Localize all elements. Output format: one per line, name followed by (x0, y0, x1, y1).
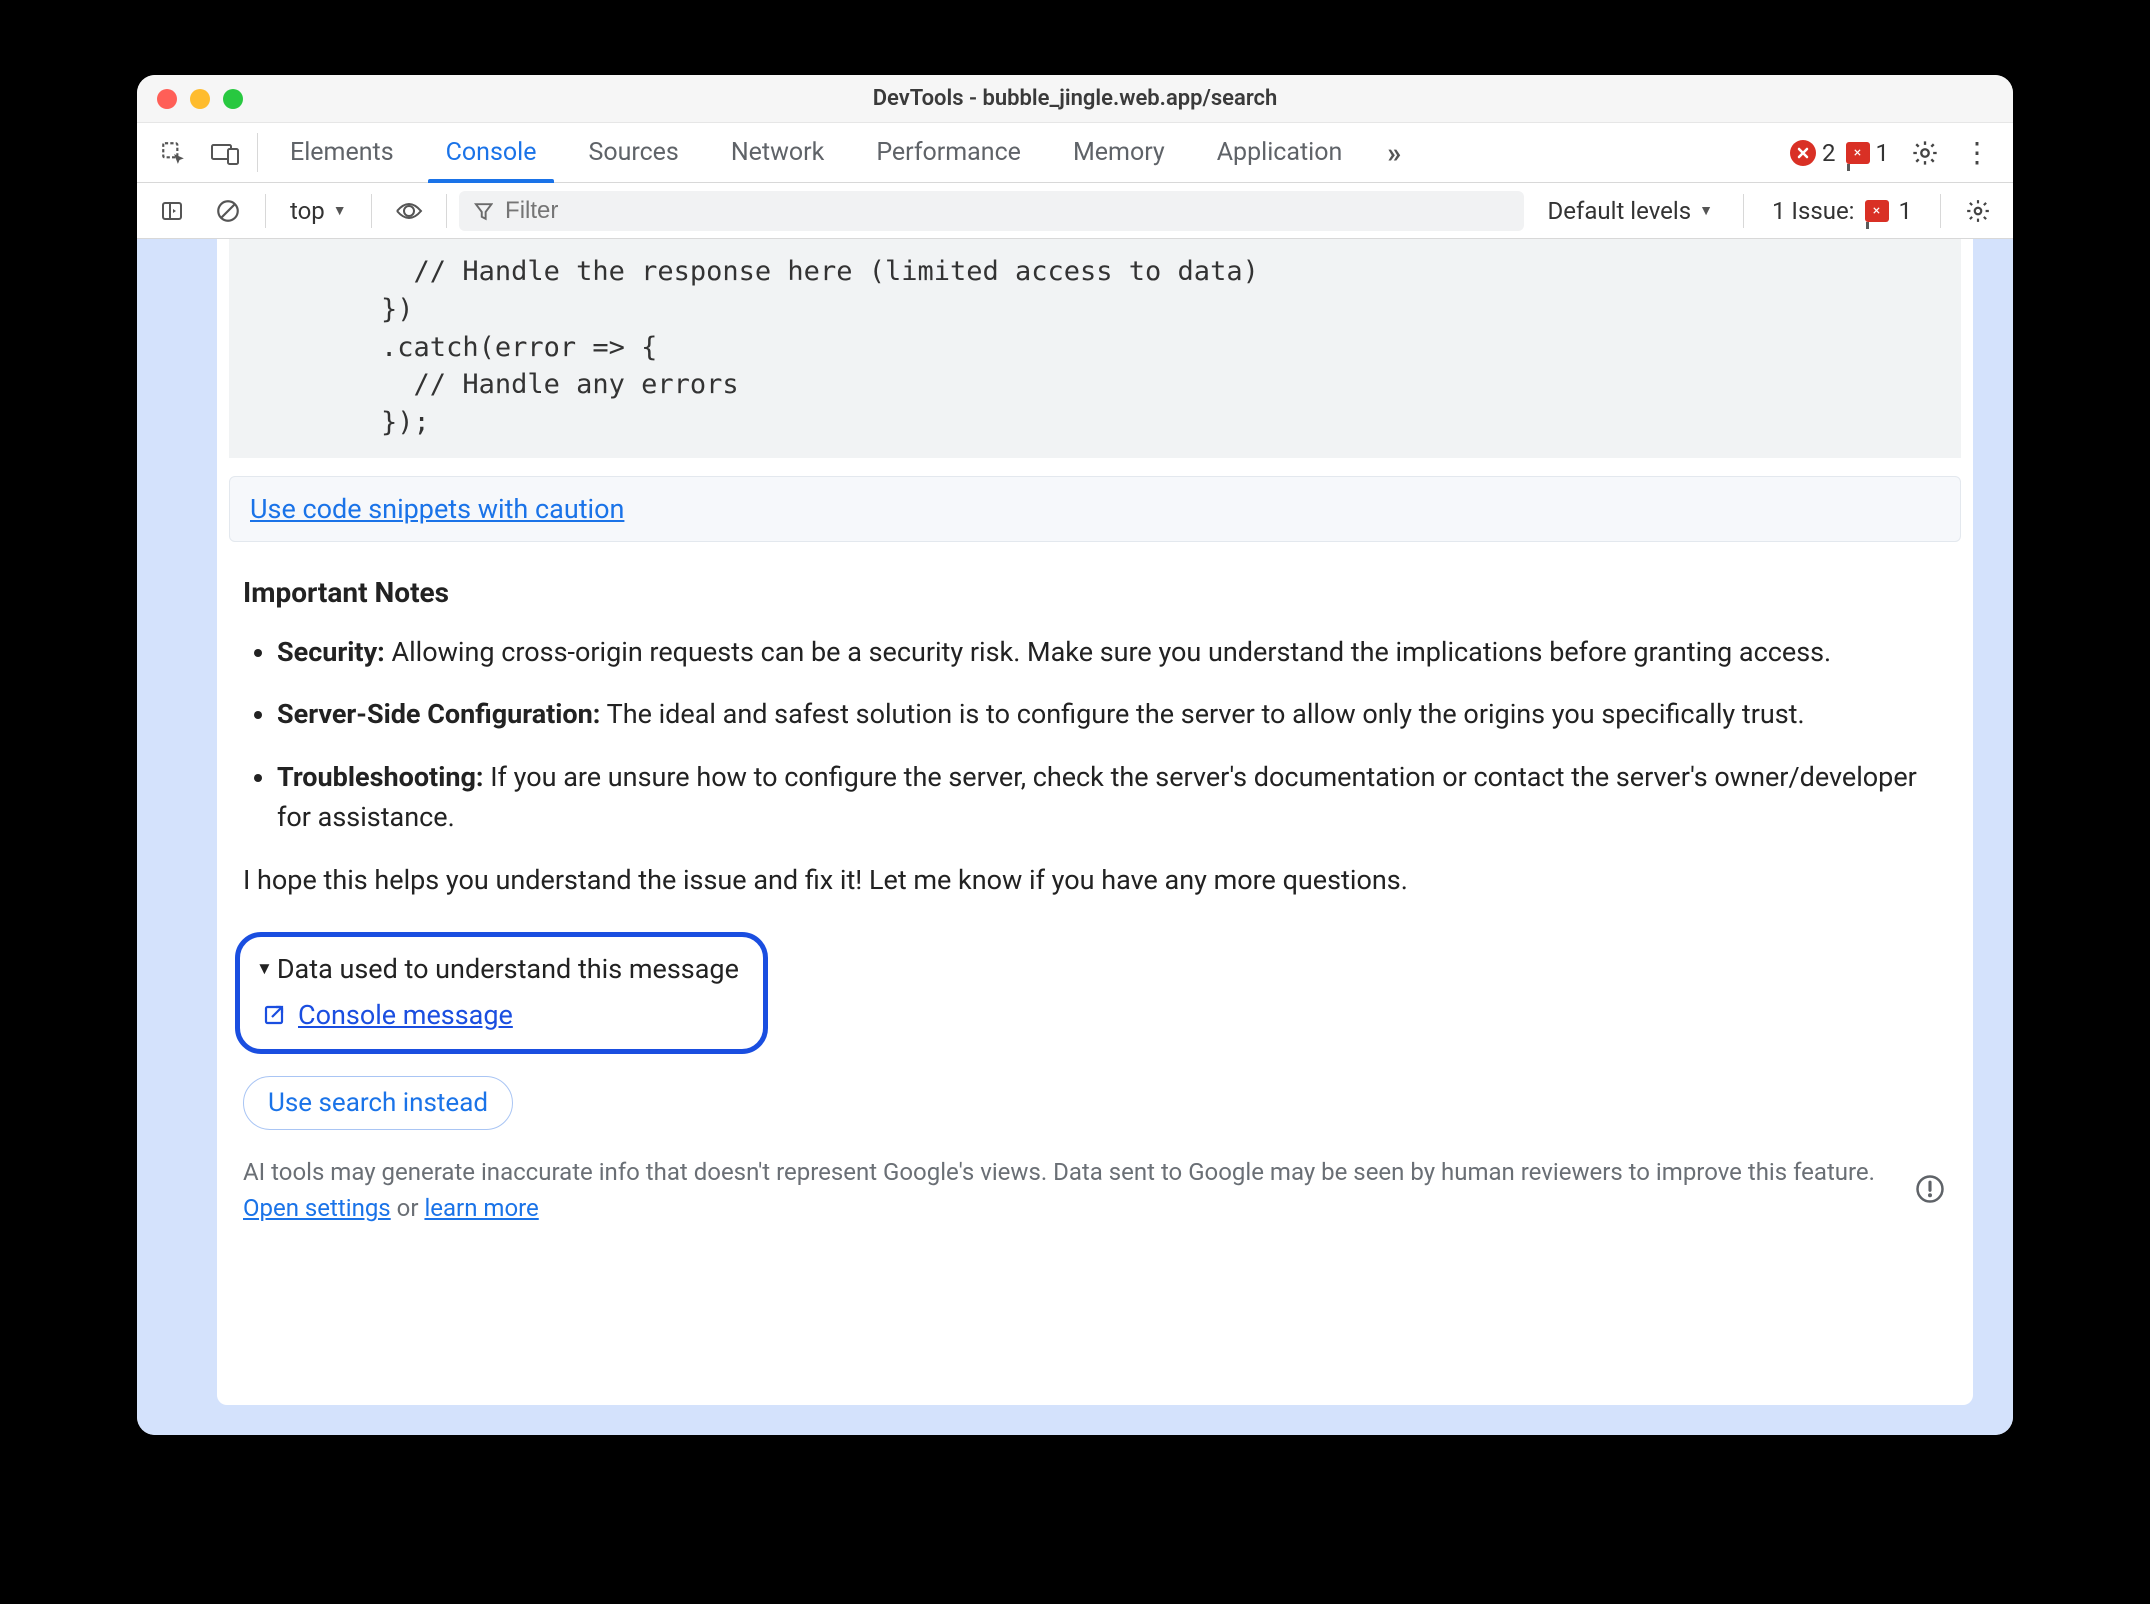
divider (446, 194, 447, 228)
ai-disclaimer: AI tools may generate inaccurate info th… (243, 1154, 1947, 1226)
log-levels-selector[interactable]: Default levels ▼ (1530, 197, 1731, 225)
data-used-disclosure: ▼ Data used to understand this message C… (235, 932, 768, 1054)
error-circle-icon (1790, 140, 1816, 166)
tab-application[interactable]: Application (1191, 123, 1369, 182)
caret-down-icon: ▼ (256, 959, 273, 979)
issue-label: 1 Issue: (1772, 197, 1855, 225)
kebab-menu-icon[interactable]: ⋮ (1951, 123, 2003, 182)
divider (265, 194, 266, 228)
disclosure-summary: Data used to understand this message (277, 953, 739, 985)
zoom-window-button[interactable] (223, 89, 243, 109)
minimize-window-button[interactable] (190, 89, 210, 109)
console-settings-gear-icon[interactable] (1953, 188, 2003, 234)
issue-flag-icon: × (1865, 200, 1889, 222)
list-item: Security: Allowing cross-origin requests… (277, 632, 1947, 673)
console-filter-bar: top ▼ Default levels ▼ 1 Issue: × 1 (137, 183, 2013, 239)
notes-heading: Important Notes (243, 572, 1947, 614)
learn-more-link[interactable]: learn more (424, 1194, 538, 1222)
open-settings-link[interactable]: Open settings (243, 1194, 391, 1222)
issues-indicator[interactable]: 1 Issue: × 1 (1756, 197, 1928, 225)
disclaimer-middle: or (391, 1194, 425, 1222)
snippet-caution-box: Use code snippets with caution (229, 476, 1961, 542)
filter-input-wrapper[interactable] (459, 191, 1524, 231)
divider (257, 133, 258, 172)
open-external-icon (262, 1003, 286, 1027)
divider (1940, 194, 1941, 228)
error-count: 2 (1822, 139, 1836, 167)
list-item: Server-Side Configuration: The ideal and… (277, 694, 1947, 735)
inspect-element-icon[interactable] (147, 123, 199, 182)
tab-network[interactable]: Network (705, 123, 850, 182)
tab-elements[interactable]: Elements (264, 123, 420, 182)
divider (1743, 194, 1744, 228)
console-message-link[interactable]: Console message (298, 999, 513, 1031)
disclosure-toggle[interactable]: ▼ Data used to understand this message (256, 953, 739, 985)
close-window-button[interactable] (157, 89, 177, 109)
filter-icon (474, 201, 493, 221)
notes-section: Important Notes Security: Allowing cross… (217, 542, 1973, 927)
toggle-sidebar-icon[interactable] (147, 188, 197, 234)
tab-sources[interactable]: Sources (562, 123, 704, 182)
flag-error-count: 1 (1876, 139, 1890, 167)
tab-performance[interactable]: Performance (850, 123, 1047, 182)
disclaimer-text: AI tools may generate inaccurate info th… (243, 1158, 1875, 1186)
context-selector[interactable]: top ▼ (278, 197, 359, 225)
traffic-lights (137, 89, 243, 109)
titlebar: DevTools - bubble_jingle.web.app/search (137, 75, 2013, 123)
list-item: Troubleshooting: If you are unsure how t… (277, 757, 1947, 838)
window-title: DevTools - bubble_jingle.web.app/search (137, 86, 2013, 111)
error-badges[interactable]: 2 × 1 (1780, 123, 1899, 182)
snippet-caution-link[interactable]: Use code snippets with caution (250, 493, 624, 525)
levels-label: Default levels (1548, 197, 1692, 225)
console-content: // Handle the response here (limited acc… (137, 239, 2013, 1435)
closing-text: I hope this helps you understand the iss… (243, 860, 1947, 901)
error-flag-icon: × (1846, 142, 1870, 164)
settings-gear-icon[interactable] (1899, 123, 1951, 182)
divider (371, 194, 372, 228)
live-expression-icon[interactable] (384, 188, 434, 234)
context-label: top (290, 197, 325, 225)
tab-memory[interactable]: Memory (1047, 123, 1191, 182)
tab-console[interactable]: Console (420, 123, 563, 182)
device-toolbar-icon[interactable] (199, 123, 251, 182)
main-tabs: Elements Console Sources Network Perform… (137, 123, 2013, 183)
warning-icon (1915, 1174, 1947, 1206)
ai-insight-panel: // Handle the response here (limited acc… (217, 239, 1973, 1405)
issue-count: 1 (1899, 197, 1913, 225)
code-snippet: // Handle the response here (limited acc… (229, 239, 1961, 458)
caret-down-icon: ▼ (1699, 202, 1713, 219)
use-search-instead-button[interactable]: Use search instead (243, 1076, 513, 1130)
caret-down-icon: ▼ (333, 202, 347, 219)
filter-input[interactable] (505, 197, 1509, 225)
devtools-window: DevTools - bubble_jingle.web.app/search … (137, 75, 2013, 1435)
more-tabs-icon[interactable]: » (1368, 123, 1420, 182)
clear-console-icon[interactable] (203, 188, 253, 234)
